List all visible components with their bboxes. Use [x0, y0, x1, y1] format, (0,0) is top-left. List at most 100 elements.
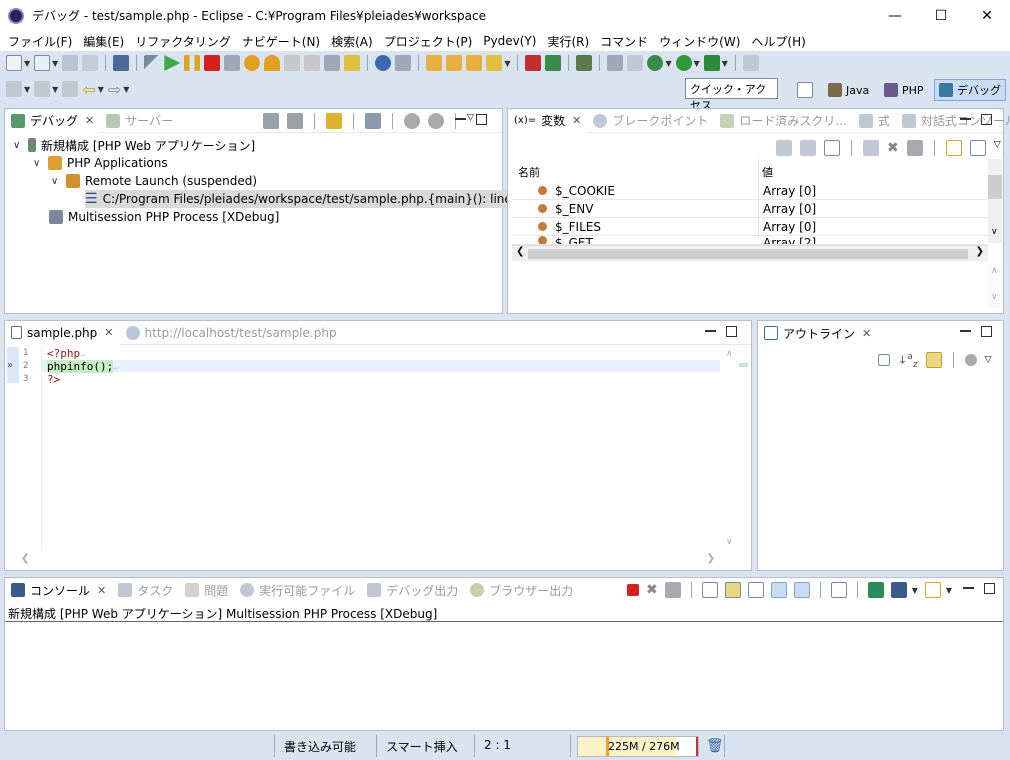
show-type-names-icon[interactable]: [776, 140, 792, 156]
tab-sample-php[interactable]: sample.php ✕: [5, 320, 120, 345]
tab-outline[interactable]: アウトライン ✕: [758, 321, 878, 345]
heap-status[interactable]: 225M / 276M: [577, 736, 699, 757]
menu-edit[interactable]: 編集(E): [79, 33, 131, 50]
step-filter-icon[interactable]: [344, 55, 361, 71]
maximize-view-icon[interactable]: [476, 114, 487, 125]
close-icon[interactable]: ✕: [104, 326, 113, 339]
tree-item-php-applications[interactable]: ∨ PHP Applications: [33, 154, 168, 172]
copy-icon[interactable]: [607, 55, 624, 71]
perspective-java[interactable]: Java: [824, 79, 873, 101]
terminate-icon[interactable]: [204, 55, 221, 71]
view-menu-icon[interactable]: ▽: [985, 355, 992, 365]
close-icon[interactable]: ✕: [862, 327, 871, 340]
word-wrap-icon[interactable]: [747, 582, 764, 598]
php-settings-icon[interactable]: [375, 55, 392, 71]
close-icon[interactable]: ✕: [572, 114, 581, 127]
view-menu-icon[interactable]: ▽: [994, 140, 1001, 156]
tab-loaded-scripts[interactable]: ロード済みスクリ...: [714, 109, 852, 133]
tree-item-multisession[interactable]: Multisession PHP Process [XDebug]: [49, 208, 279, 226]
paste-icon[interactable]: [627, 55, 644, 71]
minimize-view-icon[interactable]: [960, 326, 971, 332]
maximize-view-icon[interactable]: [726, 326, 737, 337]
minimize-view-icon[interactable]: [963, 583, 974, 589]
close-icon[interactable]: ✕: [97, 584, 106, 597]
menu-window[interactable]: ウィンドウ(W): [655, 33, 747, 50]
step-into-selection-icon[interactable]: [326, 113, 342, 129]
new-project-icon[interactable]: [34, 55, 51, 71]
variable-row[interactable]: $_FILES Array [0]: [512, 218, 988, 236]
remove-all-terminated-icon[interactable]: [664, 582, 681, 598]
display-console-icon[interactable]: [890, 582, 907, 598]
trash-icon[interactable]: 🗑: [706, 738, 724, 754]
vertical-scrollbar[interactable]: ∨: [988, 159, 1002, 243]
use-step-filters-icon[interactable]: [324, 55, 341, 71]
external-tools-icon[interactable]: [703, 55, 720, 71]
debug-breakpoint-icon[interactable]: [545, 55, 562, 71]
tab-servers[interactable]: サーバー: [100, 109, 179, 133]
tab-debug-output[interactable]: デバッグ出力: [361, 578, 464, 602]
maximize-button[interactable]: ☐: [918, 0, 964, 31]
minimize-view-icon[interactable]: [455, 114, 466, 120]
code-line[interactable]: <?php↵: [47, 347, 86, 360]
tree-item-stack-frame[interactable]: ☰ C:/Program Files/pleiades/workspace/tes…: [85, 190, 541, 208]
terminate-icon[interactable]: [627, 584, 639, 596]
tab-debug[interactable]: デバッグ ✕: [5, 108, 101, 133]
show-logical-structure-icon[interactable]: [800, 140, 816, 156]
last-edit-icon[interactable]: [62, 81, 79, 97]
next-annotation-icon[interactable]: [6, 81, 22, 97]
breakpoint-icon[interactable]: [525, 55, 542, 71]
save-all-icon[interactable]: [82, 55, 99, 71]
back-icon[interactable]: ⇦: [82, 80, 95, 99]
minimize-view-icon[interactable]: [705, 326, 716, 332]
editor-vertical-scrollbar[interactable]: ∧ ∨: [723, 347, 737, 555]
open-console-icon[interactable]: [924, 582, 941, 598]
maximize-view-icon[interactable]: [981, 326, 992, 337]
menu-command[interactable]: コマンド: [596, 33, 655, 50]
disconnect-icon[interactable]: [224, 55, 241, 71]
close-button[interactable]: ✕: [964, 0, 1010, 31]
minimize-view-icon[interactable]: [960, 114, 971, 120]
variable-row[interactable]: $_ENV Array [0]: [512, 200, 988, 218]
perspective-debug[interactable]: デバッグ: [934, 79, 1006, 101]
remove-launch-icon[interactable]: ✖: [646, 582, 658, 598]
detail-scrollbar[interactable]: ∧ ∨: [988, 264, 1002, 308]
new-view-icon[interactable]: [945, 140, 962, 156]
tab-variables[interactable]: (x)= 変数 ✕: [508, 108, 588, 133]
annotation-icon[interactable]: [486, 55, 503, 71]
menu-run[interactable]: 実行(R): [543, 33, 596, 50]
remove-icon[interactable]: ✖: [887, 140, 899, 156]
save-output-icon[interactable]: [830, 582, 847, 598]
tab-problems[interactable]: 問題: [179, 578, 234, 602]
menu-project[interactable]: プロジェクト(P): [380, 33, 480, 50]
terminal-icon[interactable]: [113, 55, 130, 71]
sort-icon[interactable]: ↓az: [898, 351, 918, 370]
tab-browser[interactable]: http://localhost/test/sample.php: [120, 321, 343, 345]
deploy-icon[interactable]: [395, 55, 412, 71]
code-line[interactable]: phpinfo();↵: [47, 360, 119, 373]
step-return-icon[interactable]: [284, 55, 301, 71]
perspective-php[interactable]: PHP: [880, 79, 928, 101]
close-icon[interactable]: ✕: [85, 114, 94, 127]
maximize-view-icon[interactable]: [984, 583, 995, 594]
remove-terminated-icon[interactable]: [263, 113, 279, 129]
pin-icon[interactable]: [863, 140, 879, 156]
maximize-view-icon[interactable]: [981, 114, 992, 125]
remove-all-vars-icon[interactable]: [906, 140, 923, 156]
show-on-stderr-icon[interactable]: [793, 582, 810, 598]
tab-browser-output[interactable]: ブラウザー出力: [464, 578, 579, 602]
filter-icon[interactable]: [964, 354, 977, 367]
pen-icon[interactable]: [742, 55, 759, 71]
drop-to-frame-icon[interactable]: [304, 55, 321, 71]
tab-console[interactable]: コンソール ✕: [5, 578, 113, 602]
menu-help[interactable]: ヘルプ(H): [747, 33, 812, 50]
menu-file[interactable]: ファイル(F): [4, 33, 79, 50]
editor-horizontal-scrollbar[interactable]: ❮ ❯: [7, 553, 723, 567]
open-folder-icon[interactable]: [426, 55, 443, 71]
open-type-icon[interactable]: [446, 55, 463, 71]
step-into-icon[interactable]: [244, 55, 261, 71]
tab-breakpoints[interactable]: ブレークポイント: [587, 109, 714, 133]
minimize-button[interactable]: —: [872, 0, 918, 31]
tree-item-remote-launch[interactable]: ∨ Remote Launch (suspended): [51, 172, 257, 190]
save-icon[interactable]: [62, 55, 79, 71]
show-on-stdout-icon[interactable]: [770, 582, 787, 598]
